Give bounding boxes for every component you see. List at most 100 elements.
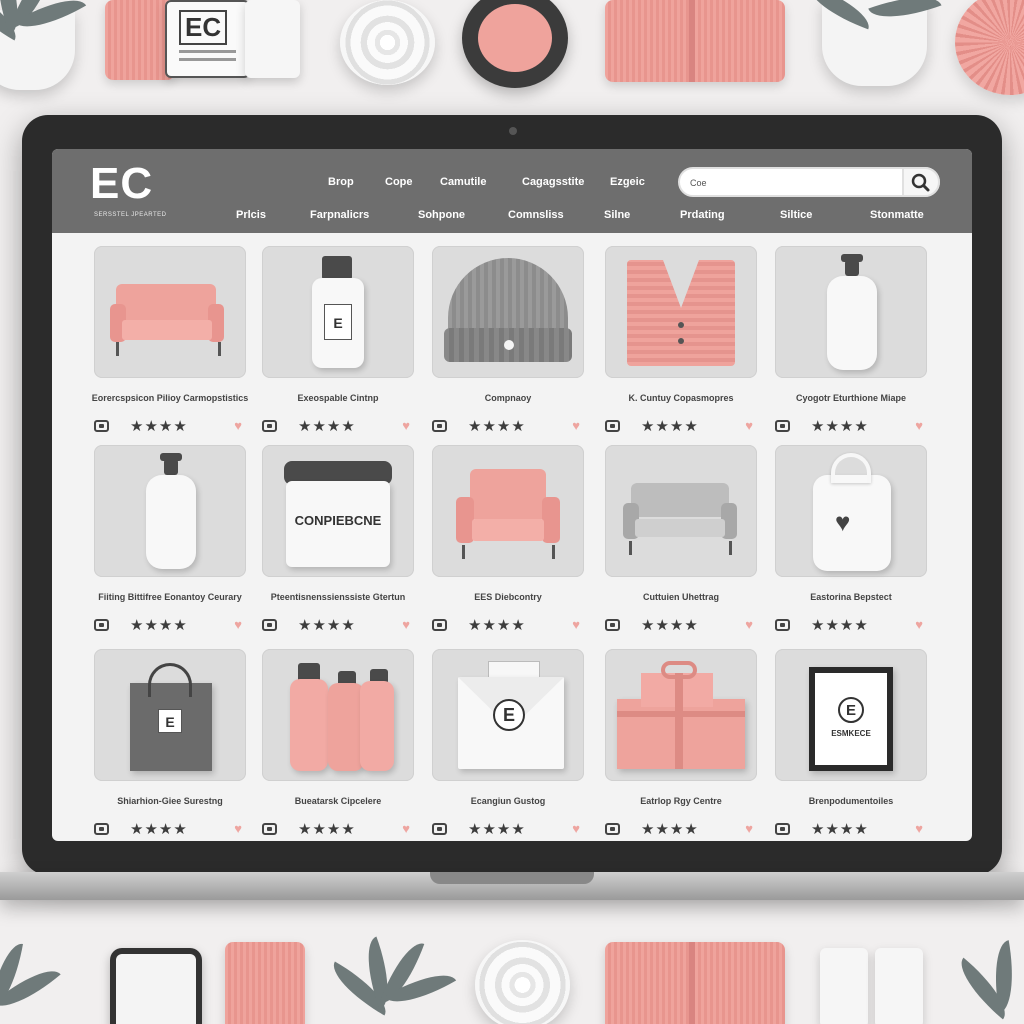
product-card[interactable]: Cyogotr Eturthione Miape ★★★★ ♥: [775, 246, 927, 446]
product-title[interactable]: Eatrlop Rgy Centre: [595, 796, 767, 806]
product-actions: ★★★★ ♥: [94, 418, 246, 436]
rating-stars: ★★★★: [641, 617, 699, 634]
product-title[interactable]: Compnaoy: [422, 393, 594, 403]
heart-icon[interactable]: ♥: [745, 821, 753, 836]
add-to-cart-icon[interactable]: [775, 420, 790, 432]
laptop-base: [0, 872, 1024, 900]
nav-bottom-item-3[interactable]: Sohpone: [418, 209, 465, 221]
product-image[interactable]: [432, 445, 584, 577]
product-image[interactable]: ♥: [775, 445, 927, 577]
product-title[interactable]: Shiarhion-Giee Surestng: [84, 796, 256, 806]
product-card[interactable]: Compnaoy ★★★★ ♥: [432, 246, 584, 446]
product-title[interactable]: EES Diebcontry: [422, 592, 594, 602]
heart-icon[interactable]: ♥: [402, 418, 410, 433]
product-image[interactable]: [432, 246, 584, 378]
nav-top-item-5[interactable]: Ezgeic: [610, 176, 645, 188]
product-card[interactable]: E Shiarhion-Giee Surestng ★★★★ ♥: [94, 649, 246, 841]
product-card[interactable]: Cuttuien Uhettrag ★★★★ ♥: [605, 445, 757, 645]
heart-icon[interactable]: ♥: [915, 617, 923, 632]
product-title[interactable]: Fiiting Bittifree Eonantoy Ceurary: [84, 592, 256, 602]
add-to-cart-icon[interactable]: [432, 619, 447, 631]
add-to-cart-icon[interactable]: [775, 823, 790, 835]
product-image[interactable]: [262, 649, 414, 781]
product-card[interactable]: CONPIEBCNE Pteentisnenssienssiste Gtertu…: [262, 445, 414, 645]
nav-top-item-4[interactable]: Cagagsstite: [522, 176, 584, 188]
search-input[interactable]: [690, 174, 890, 192]
add-to-cart-icon[interactable]: [262, 619, 277, 631]
white-box-prop: [245, 0, 300, 78]
add-to-cart-icon[interactable]: [432, 420, 447, 432]
product-title[interactable]: Brenpodumentoiles: [765, 796, 937, 806]
nav-bottom-item-8[interactable]: Stonmatte: [870, 209, 924, 221]
heart-icon[interactable]: ♥: [915, 821, 923, 836]
product-image[interactable]: [94, 246, 246, 378]
add-to-cart-icon[interactable]: [94, 420, 109, 432]
product-card[interactable]: E Ecangiun Gustog ★★★★ ♥: [432, 649, 584, 841]
nav-bottom-item-2[interactable]: Farpnalicrs: [310, 209, 369, 221]
product-image[interactable]: [94, 445, 246, 577]
heart-icon[interactable]: ♥: [572, 617, 580, 632]
nav-top-item-2[interactable]: Cope: [385, 176, 413, 188]
add-to-cart-icon[interactable]: [94, 823, 109, 835]
product-title[interactable]: Exeospable Cintnp: [252, 393, 424, 403]
product-image[interactable]: [605, 445, 757, 577]
add-to-cart-icon[interactable]: [262, 420, 277, 432]
product-title[interactable]: Bueatarsk Cipcelere: [252, 796, 424, 806]
heart-icon[interactable]: ♥: [402, 617, 410, 632]
product-title[interactable]: Pteentisnenssienssiste Gtertun: [252, 592, 424, 602]
product-image[interactable]: E: [432, 649, 584, 781]
product-image[interactable]: E ESMKECE: [775, 649, 927, 781]
product-card[interactable]: EES Diebcontry ★★★★ ♥: [432, 445, 584, 645]
heart-icon[interactable]: ♥: [234, 418, 242, 433]
product-image[interactable]: E: [94, 649, 246, 781]
heart-icon[interactable]: ♥: [572, 821, 580, 836]
product-title[interactable]: Cyogotr Eturthione Miape: [765, 393, 937, 403]
product-card[interactable]: Eorercspsicon Pilioy Carmopstistics ★★★★…: [92, 246, 248, 446]
product-image[interactable]: [605, 649, 757, 781]
product-card[interactable]: Eatrlop Rgy Centre ★★★★ ♥: [605, 649, 757, 841]
add-to-cart-icon[interactable]: [605, 619, 620, 631]
product-image[interactable]: E: [262, 246, 414, 378]
product-card[interactable]: E Exeospable Cintnp ★★★★ ♥: [262, 246, 414, 446]
add-to-cart-icon[interactable]: [775, 619, 790, 631]
site-logo[interactable]: EC: [90, 159, 153, 209]
product-title[interactable]: K. Cuntuy Copasmopres: [595, 393, 767, 403]
product-title[interactable]: Eastorina Bepstect: [765, 592, 937, 602]
add-to-cart-icon[interactable]: [605, 420, 620, 432]
search-button[interactable]: [902, 167, 940, 197]
add-to-cart-icon[interactable]: [94, 619, 109, 631]
heart-icon[interactable]: ♥: [745, 418, 753, 433]
product-title[interactable]: Eorercspsicon Pilioy Carmopstistics: [84, 393, 256, 403]
add-to-cart-icon[interactable]: [605, 823, 620, 835]
laptop: EC SERSSTEL JPEARTED Brop Cope Camutile …: [22, 115, 1002, 875]
nav-top-item-3[interactable]: Camutile: [440, 176, 486, 188]
heart-icon[interactable]: ♥: [234, 617, 242, 632]
grey-sofa-image: [605, 445, 757, 577]
product-card[interactable]: Bueatarsk Cipcelere ★★★★ ♥: [262, 649, 414, 841]
product-image[interactable]: [605, 246, 757, 378]
heart-icon[interactable]: ♥: [572, 418, 580, 433]
add-to-cart-icon[interactable]: [262, 823, 277, 835]
product-card[interactable]: K. Cuntuy Copasmopres ★★★★ ♥: [605, 246, 757, 446]
nav-bottom-item-5[interactable]: Silne: [604, 209, 630, 221]
product-card[interactable]: E ESMKECE Brenpodumentoiles ★★★★ ♥: [775, 649, 927, 841]
product-title[interactable]: Cuttuien Uhettrag: [595, 592, 767, 602]
nav-bottom-item-4[interactable]: Comnsliss: [508, 209, 564, 221]
heart-icon[interactable]: ♥: [234, 821, 242, 836]
product-actions: ★★★★ ♥: [775, 617, 927, 635]
nav-bottom-item-6[interactable]: Prdating: [680, 209, 725, 221]
add-to-cart-icon[interactable]: [432, 823, 447, 835]
heart-icon[interactable]: ♥: [402, 821, 410, 836]
product-image[interactable]: [775, 246, 927, 378]
product-title[interactable]: Ecangiun Gustog: [422, 796, 594, 806]
nav-top-item-1[interactable]: Brop: [328, 176, 354, 188]
product-image[interactable]: CONPIEBCNE: [262, 445, 414, 577]
product-card[interactable]: Fiiting Bittifree Eonantoy Ceurary ★★★★ …: [94, 445, 246, 645]
heart-icon[interactable]: ♥: [915, 418, 923, 433]
nav-bottom-item-7[interactable]: Siltice: [780, 209, 812, 221]
rating-stars: ★★★★: [468, 617, 526, 634]
search-bar: [678, 167, 940, 197]
product-card[interactable]: ♥ Eastorina Bepstect ★★★★ ♥: [775, 445, 927, 645]
heart-icon[interactable]: ♥: [745, 617, 753, 632]
nav-bottom-item-1[interactable]: Prlcis: [236, 209, 266, 221]
